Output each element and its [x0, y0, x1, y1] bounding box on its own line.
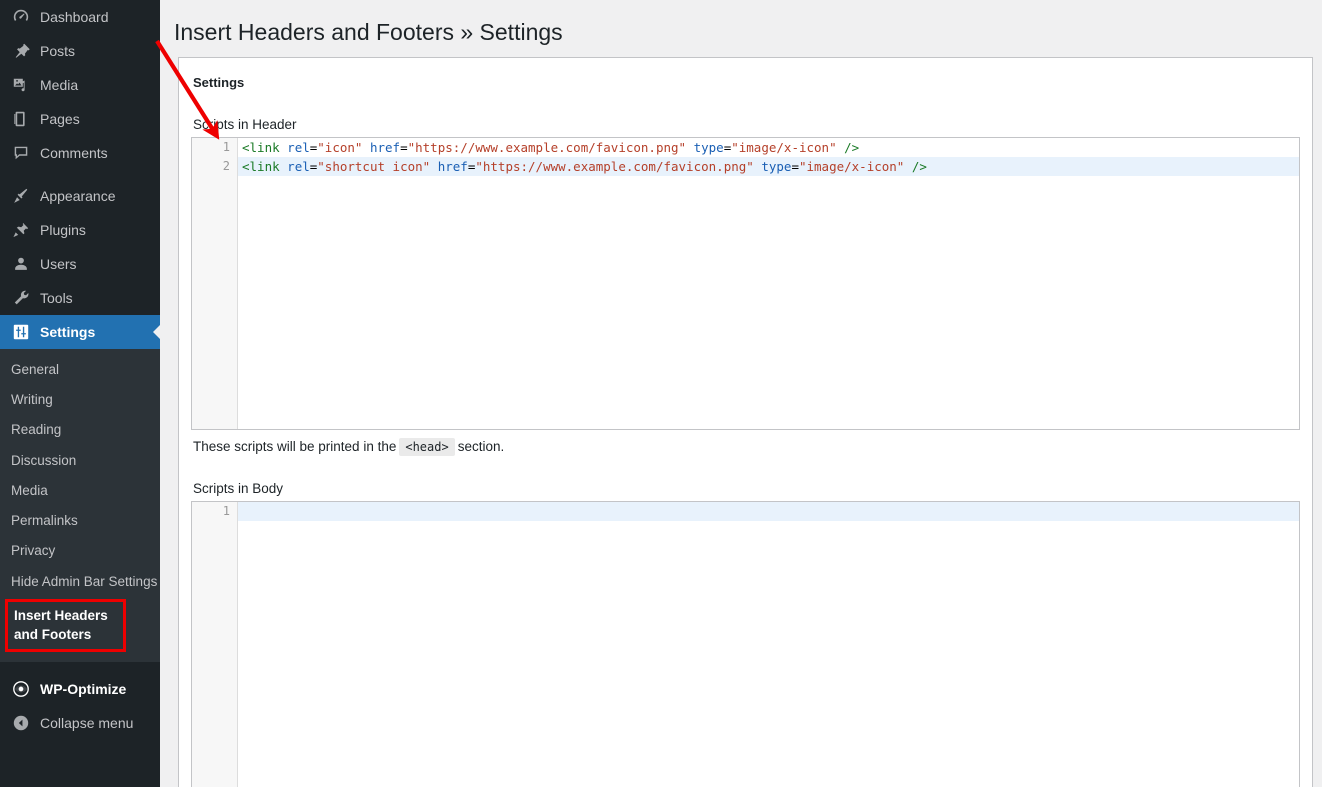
media-icon [11, 75, 31, 95]
help-prefix: These scripts will be printed in the [193, 439, 397, 454]
code-lines-header[interactable]: <link rel="icon" href="https://www.examp… [192, 138, 1299, 176]
sidebar-item-label: Collapse menu [40, 714, 134, 731]
submenu-item-hide-admin-bar-settings[interactable]: Hide Admin Bar Settings [0, 567, 160, 597]
scripts-in-header-editor[interactable]: 12 <link rel="icon" href="https://www.ex… [191, 137, 1300, 430]
scripts-in-body-label: Scripts in Body [193, 481, 284, 496]
sidebar-item-label: Users [40, 256, 77, 272]
sidebar-item-tools[interactable]: Tools [0, 281, 160, 315]
submenu-item-general[interactable]: General [0, 355, 160, 385]
code-token-attr: type [693, 140, 724, 155]
sidebar-item-settings[interactable]: Settings [0, 315, 160, 349]
sidebar-item-dashboard[interactable]: Dashboard [0, 0, 160, 34]
code-token-attr: rel [287, 140, 310, 155]
main-content: Insert Headers and Footers » Settings Se… [160, 0, 1322, 787]
sidebar-item-label: WP-Optimize [40, 680, 127, 697]
code-token-plain: = [791, 159, 799, 174]
wrench-icon [11, 288, 31, 308]
wp-admin-screen: Dashboard Posts Media Pages Comments Appearan… [0, 0, 1322, 787]
sliders-icon [11, 322, 31, 342]
code-token-attr: href [437, 159, 468, 174]
line-number: 1 [222, 140, 230, 154]
header-code-line[interactable]: <link rel="icon" href="https://www.examp… [192, 138, 1299, 157]
sidebar-item-media[interactable]: Media [0, 68, 160, 102]
code-token-attr: rel [287, 159, 310, 174]
sidebar-separator [0, 170, 160, 179]
brush-icon [11, 186, 31, 206]
sidebar-item-posts[interactable]: Posts [0, 34, 160, 68]
sidebar-item-label: Posts [40, 43, 76, 59]
sidebar-item-label: Dashboard [40, 9, 109, 25]
sidebar-item-label: Plugins [40, 222, 86, 238]
code-token-punct: /> [844, 140, 860, 155]
arrow-left-circle-icon [11, 713, 31, 733]
code-token-str: "image/x-icon" [798, 159, 905, 174]
scripts-in-body-editor[interactable]: 1 [191, 501, 1300, 787]
sidebar-item-label: Tools [40, 290, 73, 306]
submenu-item-permalinks[interactable]: Permalinks [0, 506, 160, 536]
sidebar-item-users[interactable]: Users [0, 247, 160, 281]
sidebar-item-appearance[interactable]: Appearance [0, 179, 160, 213]
code-token-str: "https://www.example.com/favicon.png" [407, 140, 687, 155]
line-number: 2 [222, 159, 230, 173]
comment-icon [11, 143, 31, 163]
pages-icon [11, 109, 31, 129]
sidebar-item-label: Pages [40, 111, 80, 127]
settings-panel: Settings Scripts in Header 12 <link rel=… [178, 57, 1313, 787]
submenu-item-insert-headers-and-footers[interactable]: Insert Headers and Footers [5, 598, 126, 652]
pin-icon [11, 41, 31, 61]
eye-icon [11, 679, 31, 699]
panel-heading: Settings [193, 75, 245, 90]
scripts-in-header-help: These scripts will be printed in the <hea… [193, 438, 1300, 456]
sidebar-item-comments[interactable]: Comments [0, 136, 160, 170]
code-token-attr: type [761, 159, 792, 174]
active-item-pointer [153, 324, 160, 340]
scripts-in-header-label: Scripts in Header [193, 117, 297, 132]
sidebar-item-label: Media [40, 77, 79, 93]
sidebar-primary-menu: Dashboard Posts Media Pages Comments Appearan… [0, 0, 160, 349]
sidebar-item-label: Comments [40, 145, 108, 161]
sidebar-item-label: Appearance [40, 188, 116, 204]
code-token-tag: <link [242, 159, 280, 174]
page-title: Insert Headers and Footers » Settings [174, 19, 563, 45]
sidebar-bottom-menu: WP-Optimize Collapse menu [0, 672, 160, 740]
submenu-item-privacy[interactable]: Privacy [0, 536, 160, 566]
submenu-item-reading[interactable]: Reading [0, 415, 160, 445]
submenu-item-media[interactable]: Media [0, 476, 160, 506]
sidebar-item-pages[interactable]: Pages [0, 102, 160, 136]
body-code-line[interactable] [192, 502, 1299, 521]
sidebar-item-collapse-menu[interactable]: Collapse menu [0, 706, 160, 740]
line-number-gutter-body: 1 [192, 502, 238, 787]
submenu-item-discussion[interactable]: Discussion [0, 446, 160, 476]
code-token-str: "icon" [317, 140, 363, 155]
code-lines-body[interactable] [192, 502, 1299, 521]
code-token-punct: /> [911, 159, 927, 174]
dashboard-icon [11, 7, 31, 27]
submenu-item-writing[interactable]: Writing [0, 385, 160, 415]
head-tag-chip: <head> [399, 438, 455, 456]
plug-icon [11, 220, 31, 240]
code-token-str: "https://www.example.com/favicon.png" [475, 159, 754, 174]
header-code-line[interactable]: <link rel="shortcut icon" href="https://… [192, 157, 1299, 176]
code-token-tag: <link [242, 140, 280, 155]
sidebar-item-plugins[interactable]: Plugins [0, 213, 160, 247]
code-token-str: "shortcut icon" [317, 159, 431, 174]
settings-submenu: General Writing Reading Discussion Media Perm… [0, 349, 160, 662]
line-number: 1 [222, 504, 230, 518]
admin-sidebar: Dashboard Posts Media Pages Comments Appearan… [0, 0, 160, 787]
sidebar-item-label: Settings [40, 324, 96, 340]
sidebar-item-wp-optimize[interactable]: WP-Optimize [0, 672, 160, 706]
code-token-attr: href [369, 140, 401, 155]
code-token-plain: = [400, 140, 408, 155]
help-suffix: section. [457, 439, 505, 454]
code-token-str: "image/x-icon" [731, 140, 837, 155]
line-number-gutter-header: 12 [192, 138, 238, 429]
user-icon [11, 254, 31, 274]
